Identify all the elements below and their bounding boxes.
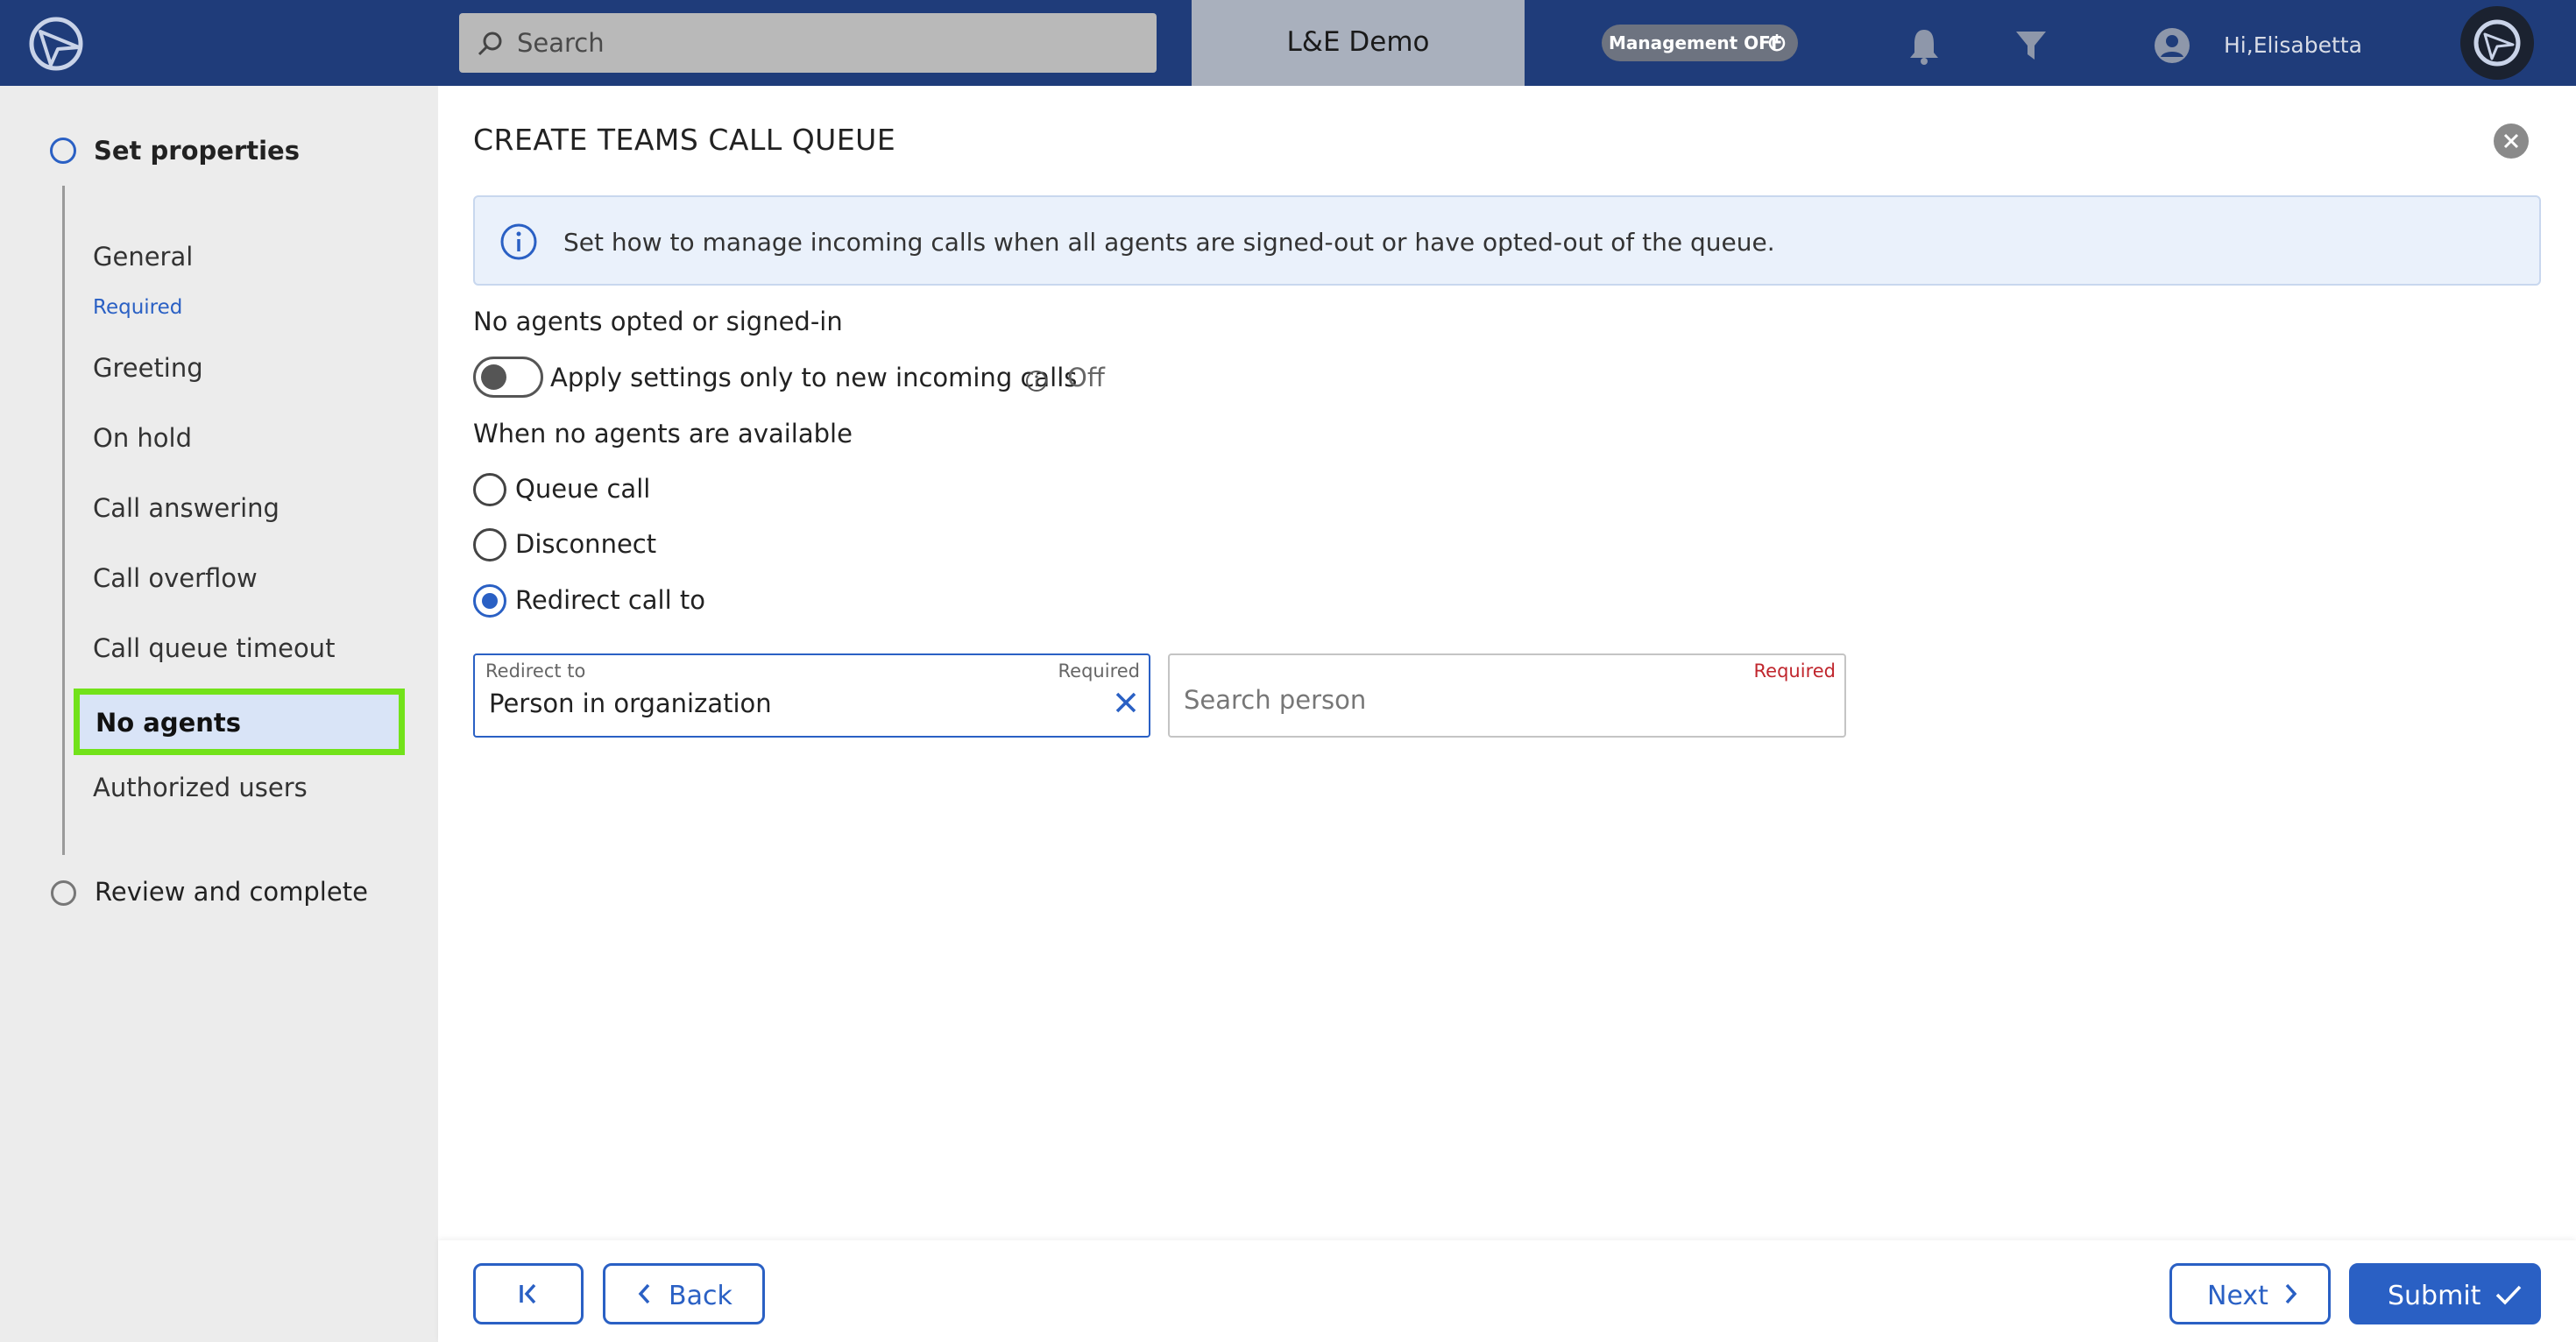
new-calls-toggle-label: Apply settings only to new incoming call… [550,363,1078,392]
search-person-required: Required [1753,660,1836,682]
toggle-state-text: Off [1067,363,1105,392]
next-button-label: Next [2207,1281,2268,1311]
sidebar-item-call-queue-timeout[interactable]: Call queue timeout [93,633,335,663]
search-icon [478,32,502,56]
search-person-placeholder: Search person [1184,685,1367,715]
new-calls-toggle[interactable] [473,357,543,398]
toggle-knob [481,364,506,390]
radio-redirect-call-label[interactable]: Redirect call to [515,585,705,615]
sidebar-item-call-answering[interactable]: Call answering [93,493,280,523]
step-indicator-current [50,138,76,164]
radio-disconnect[interactable] [473,528,506,562]
sidebar-item-general[interactable]: General [93,242,193,272]
close-icon [2503,133,2519,149]
user-greeting: Hi,Elisabetta [2224,32,2362,58]
radio-redirect-call[interactable] [473,584,506,618]
close-button[interactable] [2494,124,2529,159]
power-icon [1768,34,1786,52]
tenant-name: L&E Demo [1286,26,1430,58]
submit-button-label: Submit [2388,1281,2481,1311]
checkmark-icon [2495,1285,2522,1305]
step-review-and-complete[interactable]: Review and complete [95,877,368,907]
bell-icon[interactable] [1907,26,1942,65]
chevron-left-icon [638,1283,650,1304]
step-indicator-pending [51,880,76,906]
page-title: CREATE TEAMS CALL QUEUE [473,123,896,157]
redirect-to-required: Required [1058,660,1140,682]
filter-icon[interactable] [2013,28,2049,63]
radio-queue-call[interactable] [473,473,506,506]
back-button[interactable]: Back [603,1263,765,1324]
sidebar-item-call-overflow[interactable]: Call overflow [93,563,258,593]
avatar-logo-icon [2473,19,2521,67]
management-toggle[interactable]: Management OFF [1602,25,1798,61]
info-banner-text: Set how to manage incoming calls when al… [563,228,1775,257]
search-person-input[interactable]: Required Search person [1168,653,1846,738]
sidebar-item-authorized-users[interactable]: Authorized users [93,773,308,802]
radio-disconnect-label[interactable]: Disconnect [515,529,656,559]
general-required-note: Required [93,296,183,319]
step-set-properties[interactable]: Set properties [94,136,300,166]
radio-queue-call-label[interactable]: Queue call [515,474,650,504]
sidebar-item-on-hold[interactable]: On hold [93,423,192,453]
next-button[interactable]: Next [2169,1263,2331,1324]
redirect-to-value: Person in organization [489,689,772,718]
wizard-sidebar: Set properties General Required Greeting… [0,86,438,1342]
redirect-to-select[interactable]: Redirect to Required Person in organizat… [473,653,1150,738]
info-icon [500,223,537,260]
first-page-icon [520,1283,536,1304]
sidebar-item-no-agents-label: No agents [96,708,242,738]
clear-icon[interactable] [1114,690,1138,715]
search-box[interactable]: Search [459,13,1157,73]
search-placeholder: Search [517,28,605,58]
sidebar-item-no-agents[interactable]: No agents [74,689,405,755]
section-availability-heading: When no agents are available [473,419,853,449]
top-bar: Search L&E Demo Management OFF Hi,Elisab… [0,0,2576,86]
first-step-button[interactable] [473,1263,584,1324]
back-button-label: Back [669,1281,732,1311]
app-logo-icon[interactable] [25,12,88,75]
chevron-right-icon [2285,1283,2297,1304]
management-toggle-label: Management OFF [1609,32,1783,53]
info-icon[interactable] [1025,370,1048,392]
section-no-agents-heading: No agents opted or signed-in [473,307,843,336]
step-connector-line [62,186,65,855]
avatar[interactable] [2460,6,2534,80]
redirect-to-label: Redirect to [485,660,586,682]
wizard-footer: Back Next Submit [438,1240,2576,1342]
info-banner: Set how to manage incoming calls when al… [473,195,2541,286]
sidebar-item-greeting[interactable]: Greeting [93,353,203,383]
user-icon[interactable] [2154,27,2190,64]
submit-button[interactable]: Submit [2349,1263,2541,1324]
tenant-selector[interactable]: L&E Demo [1192,0,1525,86]
